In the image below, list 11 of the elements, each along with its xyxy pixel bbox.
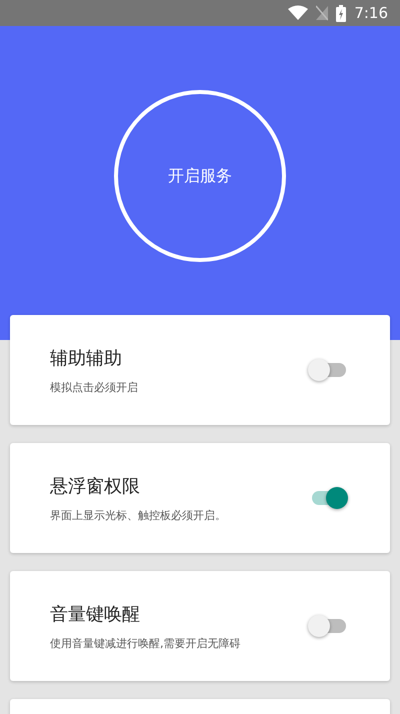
- setting-title: 悬浮窗权限: [50, 474, 141, 498]
- wifi-icon: [288, 5, 308, 21]
- no-signal-icon: [316, 5, 328, 21]
- setting-title: 辅助辅助: [50, 346, 123, 370]
- clock-time: 7:16: [354, 4, 388, 22]
- setting-description: 界面上显示光标、触控板必须开启。: [50, 508, 227, 522]
- setting-description: 模拟点击必须开启: [50, 380, 139, 394]
- setting-description: 使用音量键减进行唤醒,需要开启无障碍: [50, 636, 242, 650]
- setting-title: 音量键唤醒: [50, 602, 141, 626]
- start-service-button[interactable]: 开启服务: [114, 90, 286, 262]
- battery-charging-icon: [336, 4, 346, 22]
